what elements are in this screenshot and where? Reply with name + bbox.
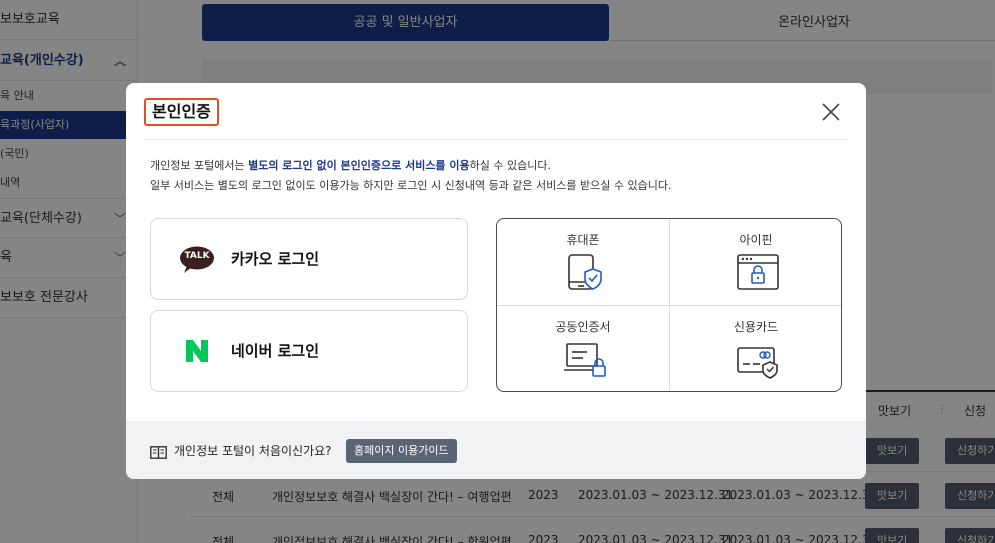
auth-phone-label: 휴대폰 — [566, 233, 600, 247]
kakao-login-button[interactable]: TALK 카카오 로그인 — [150, 218, 468, 300]
naver-login-label: 네이버 로그인 — [231, 342, 320, 360]
auth-certificate-button[interactable]: 공동인증서 — [497, 306, 669, 391]
divider — [144, 139, 848, 140]
close-icon[interactable] — [820, 101, 842, 123]
auth-phone-button[interactable]: 휴대폰 — [497, 219, 669, 305]
auth-certificate-label: 공동인증서 — [555, 320, 611, 334]
laptop-lock-icon — [563, 340, 607, 380]
description-text: 개인정보 포털에서는 — [150, 159, 249, 172]
kakao-badge-text: TALK — [184, 251, 210, 261]
naver-icon — [185, 339, 209, 363]
naver-login-button[interactable]: 네이버 로그인 — [150, 310, 468, 392]
modal-footer: 개인정보 포털이 처음이신가요? 홈페이지 이용가이드 — [126, 421, 866, 479]
description-text: 하실 수 있습니다. — [469, 159, 551, 172]
modal-description-2: 일부 서비스는 별도의 로그인 없이도 이용가능 하지만 로그인 시 신청내역 … — [150, 179, 672, 192]
identity-verification-modal: 본인인증 개인정보 포털에서는 별도의 로그인 없이 본인인증으로 서비스를 이… — [126, 83, 866, 479]
homepage-guide-button[interactable]: 홈페이지 이용가이드 — [346, 439, 457, 463]
credit-card-shield-icon — [736, 340, 780, 380]
modal-title: 본인인증 — [144, 98, 219, 126]
mobile-phone-shield-icon — [563, 253, 607, 293]
first-visit-question: 개인정보 포털이 처음이신가요? — [174, 444, 332, 458]
auth-method-grid: 휴대폰 아이핀 공동인증서 신용카드 — [496, 218, 842, 392]
book-icon — [150, 444, 167, 459]
kakao-talk-icon: TALK — [179, 246, 215, 273]
auth-ipin-label: 아이핀 — [739, 233, 773, 247]
description-highlight: 별도의 로그인 없이 본인인증으로 서비스를 이용 — [248, 159, 470, 172]
modal-description-1: 개인정보 포털에서는 별도의 로그인 없이 본인인증으로 서비스를 이용하실 수… — [150, 157, 551, 173]
auth-credit-card-button[interactable]: 신용카드 — [670, 306, 841, 391]
auth-credit-card-label: 신용카드 — [733, 320, 779, 334]
kakao-login-label: 카카오 로그인 — [231, 250, 320, 268]
auth-ipin-button[interactable]: 아이핀 — [670, 219, 841, 305]
browser-lock-icon — [736, 253, 780, 293]
